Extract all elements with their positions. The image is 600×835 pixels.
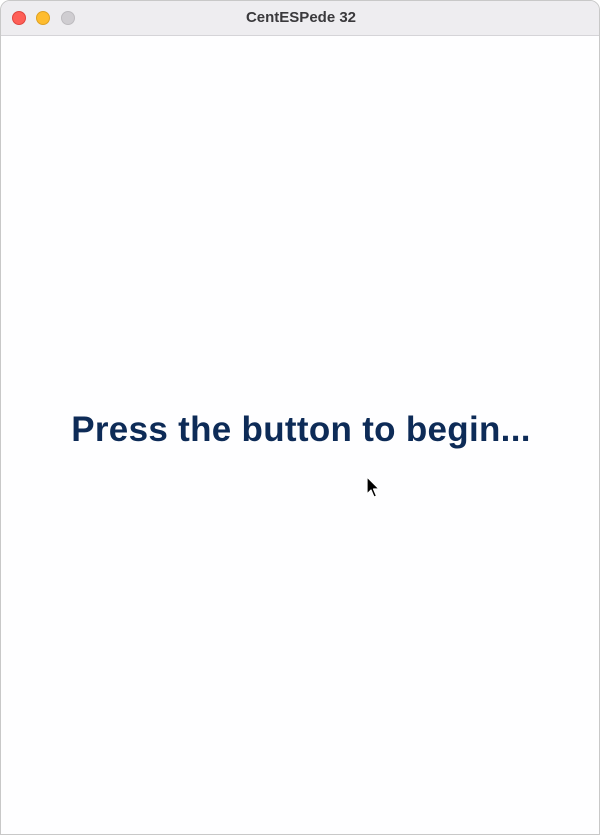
- app-window: CentESPede 32 Press the button to begin.…: [0, 0, 600, 835]
- start-prompt: Press the button to begin...: [71, 410, 531, 449]
- title-bar[interactable]: CentESPede 32: [1, 1, 599, 36]
- window-title: CentESPede 32: [245, 9, 357, 26]
- mouse-pointer-icon: [366, 476, 380, 498]
- game-canvas[interactable]: Press the button to begin...: [1, 36, 599, 834]
